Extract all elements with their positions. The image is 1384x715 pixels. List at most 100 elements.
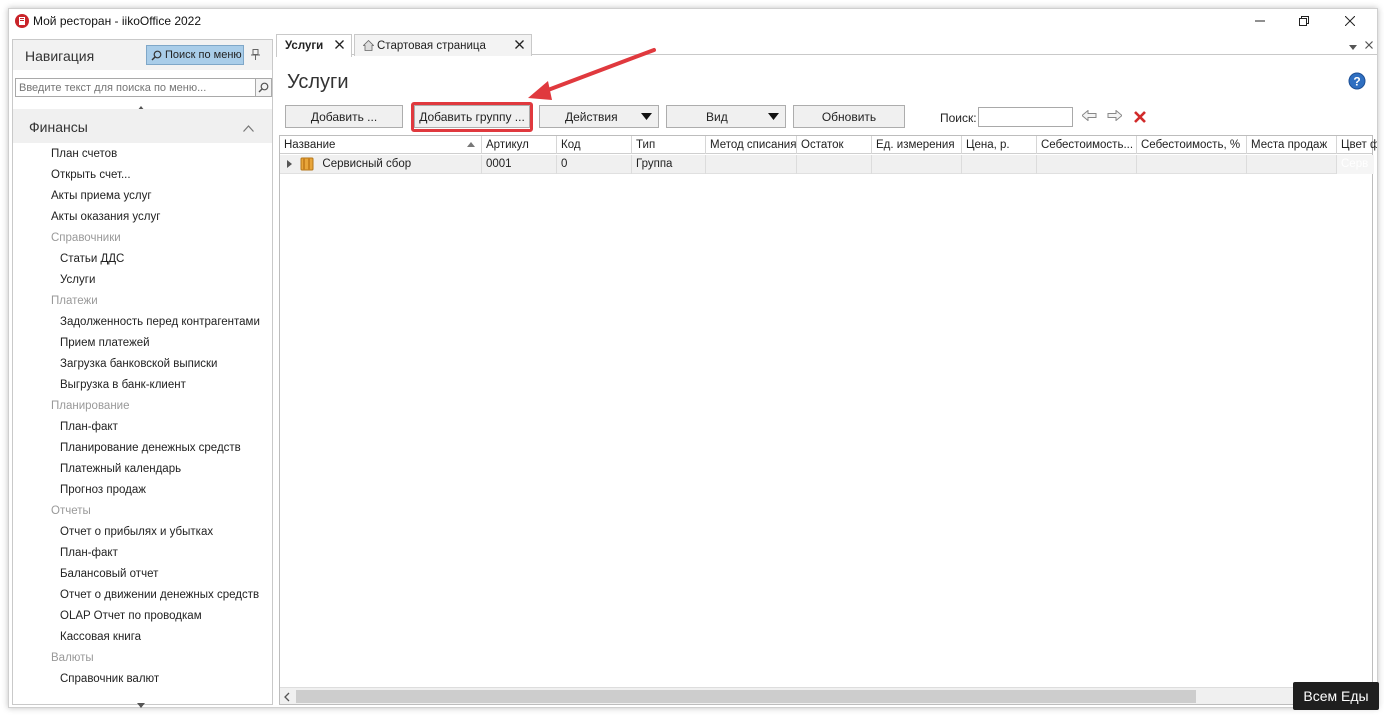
column-header-article[interactable]: Артикул [482,136,557,154]
cell-code: 0 [557,155,632,174]
close-window-button[interactable] [1327,9,1373,33]
nav-item[interactable]: Кассовая книга [60,631,141,651]
menu-search-button[interactable]: Поиск по меню [146,45,244,65]
tab-label: Стартовая страница [377,39,486,52]
cell-cost-percent [1137,155,1247,174]
cell-name: Сервисный сбор [280,155,482,174]
expand-arrow-icon[interactable] [287,159,292,168]
nav-item[interactable]: План счетов [51,148,117,168]
horizontal-scrollbar[interactable] [280,687,1372,704]
watermark-badge: Всем Еды [1293,682,1379,710]
dropdown-arrow-icon [641,113,652,120]
tabs-dropdown-icon[interactable] [1349,39,1357,53]
tab-start-page[interactable]: Стартовая страница [354,34,532,56]
nav-item[interactable]: Отчет о прибылях и убытках [60,526,213,546]
table-row[interactable]: Сервисный сбор 0001 0 Группа Серв [280,155,1374,174]
help-icon[interactable]: ? [1348,72,1366,93]
menu-search-label: Поиск по меню [165,49,242,61]
column-header-writeoff-method[interactable]: Метод списания [706,136,797,154]
search-icon [258,82,269,93]
home-icon [363,40,374,51]
clear-search-icon[interactable] [1134,111,1146,126]
search-label: Поиск: [940,111,977,125]
arrow-right-icon[interactable] [1107,109,1123,124]
column-header-color[interactable]: Цвет ф [1337,136,1377,154]
view-dropdown[interactable]: Вид [666,105,786,128]
column-header-cost[interactable]: Себестоимость... [1037,136,1137,154]
close-icon[interactable] [515,40,524,52]
nav-item[interactable]: Планирование денежных средств [60,442,241,462]
view-label: Вид [706,109,728,124]
nav-item[interactable]: OLAP Отчет по проводкам [60,610,202,630]
column-header-code[interactable]: Код [557,136,632,154]
chevron-up-icon[interactable] [243,121,254,135]
scroll-left-icon[interactable] [284,691,290,705]
arrow-left-icon[interactable] [1081,109,1097,124]
column-header-name[interactable]: Название [280,136,482,154]
nav-item[interactable]: Акты приема услуг [51,190,152,210]
svg-text:?: ? [1353,75,1360,89]
tab-services[interactable]: Услуги [276,34,352,57]
actions-label: Действия [565,109,618,124]
pin-icon[interactable] [251,49,260,63]
refresh-button[interactable]: Обновить [793,105,905,128]
navigation-pane: Навигация Поиск по меню Финансы План сче… [12,39,273,708]
nav-group-label: Отчеты [51,505,91,517]
cell-article: 0001 [482,155,557,174]
main-area: Услуги Стартовая страница Услуги ? Добав… [276,33,1377,705]
sort-ascending-icon [467,142,475,147]
nav-item[interactable]: Балансовый отчет [60,568,158,588]
dropdown-arrow-icon [768,113,779,120]
app-window: Мой ресторан - iikoOffice 2022 Навигация… [8,8,1378,708]
nav-item[interactable]: Открыть счет... [51,169,131,189]
column-header-type[interactable]: Тип [632,136,706,154]
nav-item[interactable]: Задолженность перед контрагентами [60,316,260,336]
tab-label: Услуги [285,40,324,52]
close-all-icon[interactable] [1365,38,1373,52]
nav-item[interactable]: План-факт [60,547,118,567]
nav-item[interactable]: Платежный календарь [60,463,181,483]
column-header-price[interactable]: Цена, р. [962,136,1037,154]
nav-section-finance[interactable]: Финансы [13,109,272,143]
folder-icon [300,157,314,171]
minimize-button[interactable] [1237,9,1283,33]
nav-item[interactable]: Выгрузка в банк-клиент [60,379,186,399]
nav-header: Навигация Поиск по меню [13,40,272,70]
actions-dropdown[interactable]: Действия [539,105,659,128]
tabs-bar: Услуги Стартовая страница [276,33,1377,57]
column-header-cost-percent[interactable]: Себестоимость, % [1137,136,1247,154]
nav-item[interactable]: Прием платежей [60,337,150,357]
nav-section-title: Финансы [29,119,88,135]
restore-button[interactable] [1281,9,1327,33]
nav-item[interactable]: Акты оказания услуг [51,211,160,231]
nav-item[interactable]: Справочник валют [60,673,159,693]
nav-search-button[interactable] [256,78,272,97]
grid-header: Название Артикул Код Тип Метод списания … [280,136,1377,154]
column-header-balance[interactable]: Остаток [797,136,872,154]
cell-balance [797,155,872,174]
cell-type: Группа [632,155,706,174]
app-logo-icon [14,13,30,29]
nav-item[interactable]: План-факт [60,421,118,441]
nav-scroll-down-icon[interactable] [137,697,145,711]
cell-sale-places [1247,155,1337,174]
close-icon[interactable] [335,40,344,52]
add-button[interactable]: Добавить ... [285,105,403,128]
column-header-sale-places[interactable]: Места продаж [1247,136,1337,154]
nav-item[interactable]: Загрузка банковской выписки [60,358,217,378]
nav-group-label: Платежи [51,295,98,307]
column-header-unit[interactable]: Ед. измерения [872,136,962,154]
nav-search-input[interactable] [15,78,256,97]
cell-color: Серв [1337,155,1374,174]
search-input[interactable] [978,107,1073,127]
nav-item[interactable]: Статьи ДДС [60,253,124,273]
window-title: Мой ресторан - iikoOffice 2022 [33,14,202,28]
nav-item[interactable]: Услуги [60,274,95,294]
nav-item[interactable]: Прогноз продаж [60,484,146,504]
nav-item[interactable]: Отчет о движении денежных средств [60,589,259,609]
nav-group-label: Валюты [51,652,94,664]
cell-cost [1037,155,1137,174]
nav-title: Навигация [25,48,95,64]
scrollbar-thumb[interactable] [296,690,1196,703]
search-icon [151,50,162,60]
